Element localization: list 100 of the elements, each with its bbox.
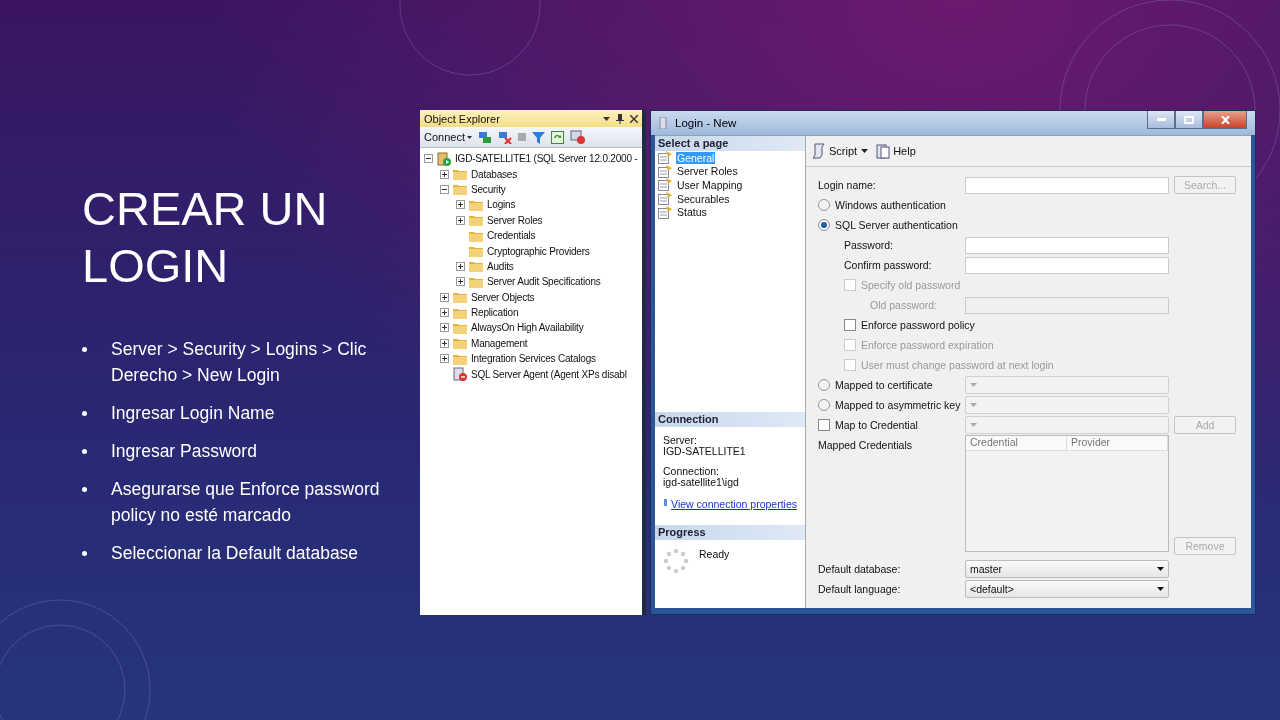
field-label: Default database: — [818, 563, 901, 575]
tree-item[interactable]: Databases — [471, 168, 517, 180]
collapse-icon[interactable] — [424, 154, 433, 164]
dropdown-field[interactable] — [965, 396, 1169, 414]
dropdown-icon[interactable] — [603, 116, 610, 121]
agent-icon — [453, 367, 467, 382]
minimize-button[interactable] — [1147, 111, 1175, 129]
connection-properties-link[interactable]: View connection properties — [671, 498, 797, 510]
pin-icon[interactable] — [616, 113, 624, 124]
grid-label: Mapped Credentials — [818, 439, 912, 451]
tree-item[interactable]: SQL Server Agent (Agent XPs disabl — [471, 368, 627, 380]
page-icon — [658, 205, 673, 219]
folder-icon — [469, 275, 483, 288]
tree-item[interactable]: Server Audit Specifications — [487, 276, 601, 288]
input-field[interactable] — [965, 176, 1169, 194]
connect-icon[interactable] — [478, 130, 492, 144]
caret-icon[interactable] — [861, 149, 869, 153]
tree-item[interactable]: Credentials — [487, 230, 536, 242]
expand-icon[interactable] — [456, 261, 465, 271]
tree-item[interactable]: IGD-SATELLITE1 (SQL Server 12.0.2000 - — [455, 153, 638, 165]
dropdown-arrow-icon[interactable] — [1157, 567, 1164, 571]
activity-monitor-icon[interactable] — [570, 130, 585, 144]
option-label: Mapped to certificate — [835, 379, 933, 391]
radio-button[interactable] — [818, 379, 830, 391]
connection-name: igd-satellite1\igd — [663, 477, 740, 488]
page-item[interactable]: Status — [676, 206, 708, 219]
radio-button[interactable] — [818, 219, 830, 231]
page-icon — [658, 178, 673, 192]
tree-item[interactable]: Server Objects — [471, 291, 535, 303]
panel-title: Object Explorer — [424, 112, 500, 125]
tree-item[interactable]: Audits — [487, 260, 514, 272]
page-icon — [658, 164, 673, 178]
expand-icon[interactable] — [456, 200, 465, 210]
tree-item[interactable]: Management — [471, 337, 528, 349]
bullet-text: Asegurarse que Enforce password policy no esté marcado — [111, 478, 381, 527]
page-item[interactable]: Server Roles — [676, 165, 739, 178]
radio-button[interactable] — [818, 199, 830, 211]
expand-icon[interactable] — [440, 308, 449, 318]
bullet-text: Seleccionar la Default database — [111, 542, 359, 565]
script-icon — [812, 143, 826, 159]
minimize-icon — [1156, 118, 1166, 121]
checkbox[interactable] — [844, 319, 856, 331]
option-label: Enforce password expiration — [861, 339, 994, 351]
page-icon — [658, 192, 673, 206]
server-name: IGD-SATELLITE1 — [663, 446, 747, 457]
tree-item[interactable]: AlwaysOn High Availability — [471, 322, 584, 334]
tree-item[interactable]: Cryptographic Providers — [487, 245, 590, 257]
field-label: Password: — [844, 239, 894, 251]
close-button[interactable] — [1203, 111, 1247, 129]
field-label: Default language: — [818, 583, 901, 595]
refresh-icon[interactable] — [551, 130, 564, 144]
tree-item[interactable]: Logins — [487, 199, 516, 211]
expand-icon[interactable] — [440, 169, 449, 179]
checkbox[interactable] — [818, 419, 830, 431]
dropdown-field[interactable]: <default> — [965, 580, 1169, 598]
page-item[interactable]: Securables — [676, 192, 731, 205]
expand-icon[interactable] — [440, 323, 449, 333]
help-icon — [876, 143, 891, 159]
maximize-button[interactable] — [1175, 111, 1203, 129]
column-header[interactable]: Provider — [1067, 436, 1168, 450]
input-field[interactable] — [965, 236, 1169, 254]
script-button[interactable]: Script — [812, 143, 858, 159]
expand-icon[interactable] — [440, 338, 449, 348]
folder-icon — [453, 291, 467, 304]
folder-icon — [453, 322, 467, 334]
input-field[interactable] — [965, 256, 1169, 274]
filter-icon[interactable] — [532, 130, 545, 144]
expand-icon[interactable] — [456, 215, 465, 225]
close-icon[interactable] — [630, 114, 638, 123]
caret-icon[interactable] — [467, 135, 472, 139]
option-label: Specify old password — [861, 279, 961, 291]
bullet-text: Server > Security > Logins > Clic Derecho > New Login — [111, 338, 368, 387]
page-item[interactable]: User Mapping — [676, 179, 744, 191]
dropdown-field[interactable] — [965, 416, 1169, 434]
option-label: Windows authentication — [835, 199, 946, 211]
expand-icon[interactable] — [456, 277, 465, 287]
folder-icon — [469, 198, 483, 211]
collapse-icon[interactable] — [440, 184, 449, 194]
option-label: User must change password at next login — [861, 359, 1054, 371]
bullet-icon — [82, 449, 87, 454]
tree-item[interactable]: Server Roles — [487, 214, 543, 226]
disconnect-icon[interactable] — [498, 130, 512, 144]
progress-status: Ready — [699, 548, 730, 562]
expand-icon[interactable] — [440, 354, 449, 364]
tree-item[interactable]: Security — [471, 183, 506, 195]
section-header: Select a page — [655, 136, 805, 151]
dropdown-arrow-icon[interactable] — [1157, 587, 1164, 591]
help-button[interactable]: Help — [876, 143, 916, 159]
connect-button[interactable]: Connect — [424, 131, 465, 143]
column-header[interactable]: Credential — [966, 436, 1067, 450]
radio-button[interactable] — [818, 399, 830, 411]
spinner-icon — [663, 548, 689, 574]
tree-item[interactable]: Integration Services Catalogs — [471, 353, 596, 365]
expand-icon[interactable] — [440, 292, 449, 302]
tree-item[interactable]: Replication — [471, 307, 519, 319]
dropdown-field[interactable]: master — [965, 560, 1169, 578]
folder-icon — [469, 229, 483, 242]
folder-icon — [453, 306, 467, 319]
field-label: Login name: — [818, 179, 876, 191]
dropdown-field[interactable] — [965, 376, 1169, 394]
